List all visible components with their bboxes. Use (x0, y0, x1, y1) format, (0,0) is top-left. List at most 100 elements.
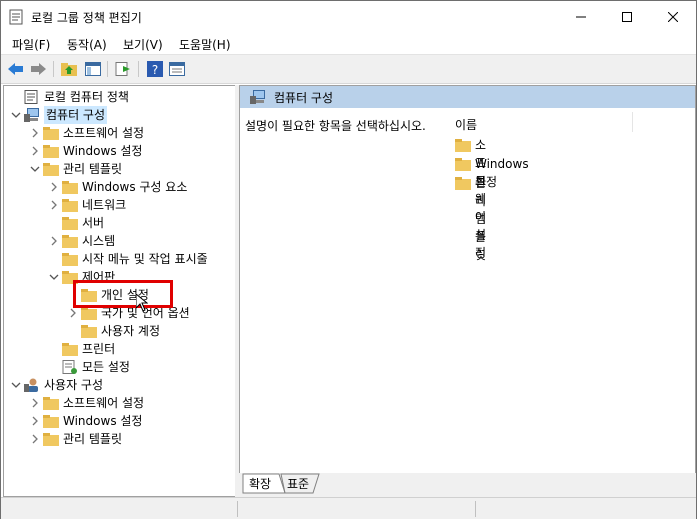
filter-button[interactable] (167, 59, 187, 79)
tab-extended[interactable]: 확장 (245, 475, 275, 493)
folder-icon (43, 162, 59, 176)
folder-icon (43, 414, 59, 428)
collapse-chevron-icon[interactable] (10, 376, 22, 394)
tree-item-label: 시작 메뉴 및 작업 표시줄 (82, 252, 208, 266)
tree-item-label: 네트워크 (82, 198, 127, 212)
export-icon (115, 62, 130, 76)
app-icon (9, 9, 23, 25)
policy-icon (24, 90, 40, 104)
computer-icon (250, 90, 265, 104)
expand-chevron-icon[interactable] (29, 124, 41, 142)
toolbar-separator (53, 61, 54, 77)
window-title: 로컬 그룹 정책 편집기 (31, 11, 142, 25)
tree-item-label: 컴퓨터 구성 (44, 106, 108, 124)
maximize-button[interactable] (604, 1, 650, 33)
forward-arrow-icon (31, 63, 46, 75)
folder-icon (62, 216, 78, 230)
folder-icon (62, 234, 78, 248)
tree-item-label: 사용자 구성 (44, 378, 104, 392)
close-icon (668, 12, 678, 22)
folder-icon (81, 324, 97, 338)
svg-text:?: ? (152, 63, 158, 77)
tree-item-label: 사용자 계정 (101, 324, 161, 338)
toolbar-separator (138, 61, 139, 77)
folder-icon (43, 396, 59, 410)
computer-icon (24, 108, 40, 122)
show-hide-tree-button[interactable] (83, 59, 103, 79)
expand-chevron-icon[interactable] (48, 178, 60, 196)
user-icon (24, 378, 40, 392)
menu-help[interactable]: 도움말(H) (179, 36, 231, 53)
mouse-cursor-icon (136, 294, 148, 312)
tree-item-label: Windows 설정 (63, 144, 143, 158)
details-header-title: 컴퓨터 구성 (274, 91, 334, 105)
highlight-box (73, 280, 173, 308)
description-text: 설명이 필요한 항목을 선택하십시오. (245, 119, 426, 133)
details-header: 컴퓨터 구성 (240, 86, 695, 108)
back-button[interactable] (6, 59, 26, 79)
tree-item-label: 서버 (82, 216, 105, 230)
expand-chevron-icon[interactable] (29, 430, 41, 448)
status-separator (237, 501, 238, 517)
folder-icon (81, 306, 97, 320)
tree-item-label: 시스템 (82, 234, 116, 248)
tree-item-label: 모든 설정 (82, 360, 130, 374)
folder-icon (43, 432, 59, 446)
status-separator (475, 501, 476, 517)
maximize-icon (622, 12, 632, 22)
menu-bar: 파일(F) 동작(A) 보기(V) 도움말(H) (1, 33, 696, 53)
tree-item-label: 로컬 컴퓨터 정책 (44, 90, 129, 104)
tree-item-label: Windows 설정 (63, 414, 143, 428)
items-list: 이름 소프트웨어 설정 Windows 설정 관리 템플릿 (445, 108, 695, 476)
help-button[interactable]: ? (145, 59, 165, 79)
forward-button[interactable] (28, 59, 48, 79)
minimize-icon (576, 16, 586, 18)
tree-item-label: Windows 구성 요소 (82, 180, 188, 194)
menu-action[interactable]: 동작(A) (67, 36, 107, 53)
collapse-chevron-icon[interactable] (48, 268, 60, 286)
toolbar-separator (107, 61, 108, 77)
list-item-label: 관리 템플릿 (475, 176, 487, 262)
expand-chevron-icon[interactable] (48, 232, 60, 250)
toolbar: ? (1, 54, 696, 84)
collapse-chevron-icon[interactable] (10, 106, 22, 124)
console-tree-icon (85, 62, 101, 76)
tree-item-label: 관리 템플릿 (63, 162, 123, 176)
folder-icon (62, 342, 78, 356)
column-header-name[interactable]: 이름 (455, 116, 477, 133)
details-pane: 컴퓨터 구성 설명이 필요한 항목을 선택하십시오. 이름 소프트웨어 설정 W… (239, 85, 696, 474)
folder-icon (455, 177, 471, 190)
collapse-chevron-icon[interactable] (29, 160, 41, 178)
back-arrow-icon (8, 63, 23, 75)
folder-icon (62, 198, 78, 212)
column-divider[interactable] (632, 112, 633, 132)
folder-icon (455, 139, 471, 152)
settings-icon (62, 360, 78, 374)
export-list-button[interactable] (113, 59, 133, 79)
view-tabs: 확장 표준 (239, 473, 696, 497)
folder-icon (455, 158, 471, 171)
close-button[interactable] (650, 1, 696, 33)
tree-item-label: 프린터 (82, 342, 116, 356)
tree-item-label: 관리 템플릿 (63, 432, 123, 446)
expand-chevron-icon[interactable] (29, 394, 41, 412)
up-level-button[interactable] (59, 59, 79, 79)
expand-chevron-icon[interactable] (29, 412, 41, 430)
filter-view-icon (169, 62, 185, 76)
expand-chevron-icon[interactable] (48, 196, 60, 214)
folder-icon (43, 126, 59, 140)
title-bar[interactable]: 로컬 그룹 정책 편집기 (1, 1, 696, 33)
status-bar (1, 497, 696, 519)
tab-standard[interactable]: 표준 (283, 475, 313, 493)
help-icon: ? (147, 61, 163, 77)
folder-icon (62, 252, 78, 266)
folder-icon (62, 180, 78, 194)
menu-file[interactable]: 파일(F) (12, 36, 50, 53)
expand-chevron-icon[interactable] (29, 142, 41, 160)
menu-view[interactable]: 보기(V) (123, 36, 163, 53)
minimize-button[interactable] (558, 1, 604, 33)
folder-icon (43, 144, 59, 158)
tree-item-label: 소프트웨어 설정 (63, 396, 145, 410)
group-policy-window: 로컬 그룹 정책 편집기 파일(F) 동작(A) 보기(V) 도움말(H) ? … (0, 0, 697, 519)
folder-up-icon (61, 63, 77, 76)
